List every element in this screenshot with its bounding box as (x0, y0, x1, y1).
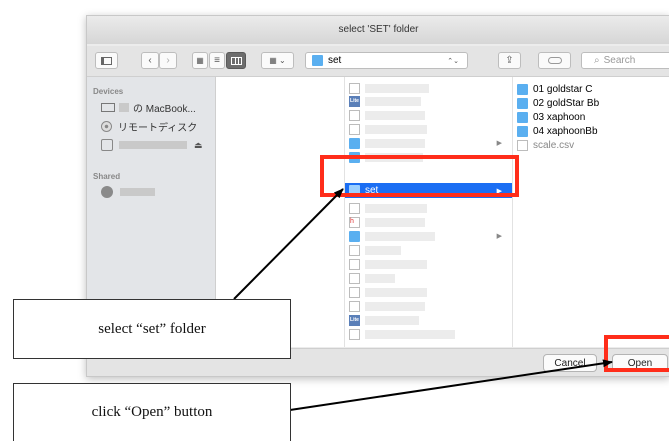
arrow-to-set-folder (233, 188, 344, 300)
callout-select-set: select “set” folder (13, 299, 291, 359)
callout-click-open: click “Open” button (13, 383, 291, 441)
arrow-to-open-button (289, 359, 613, 411)
annotation-arrows (233, 188, 613, 411)
